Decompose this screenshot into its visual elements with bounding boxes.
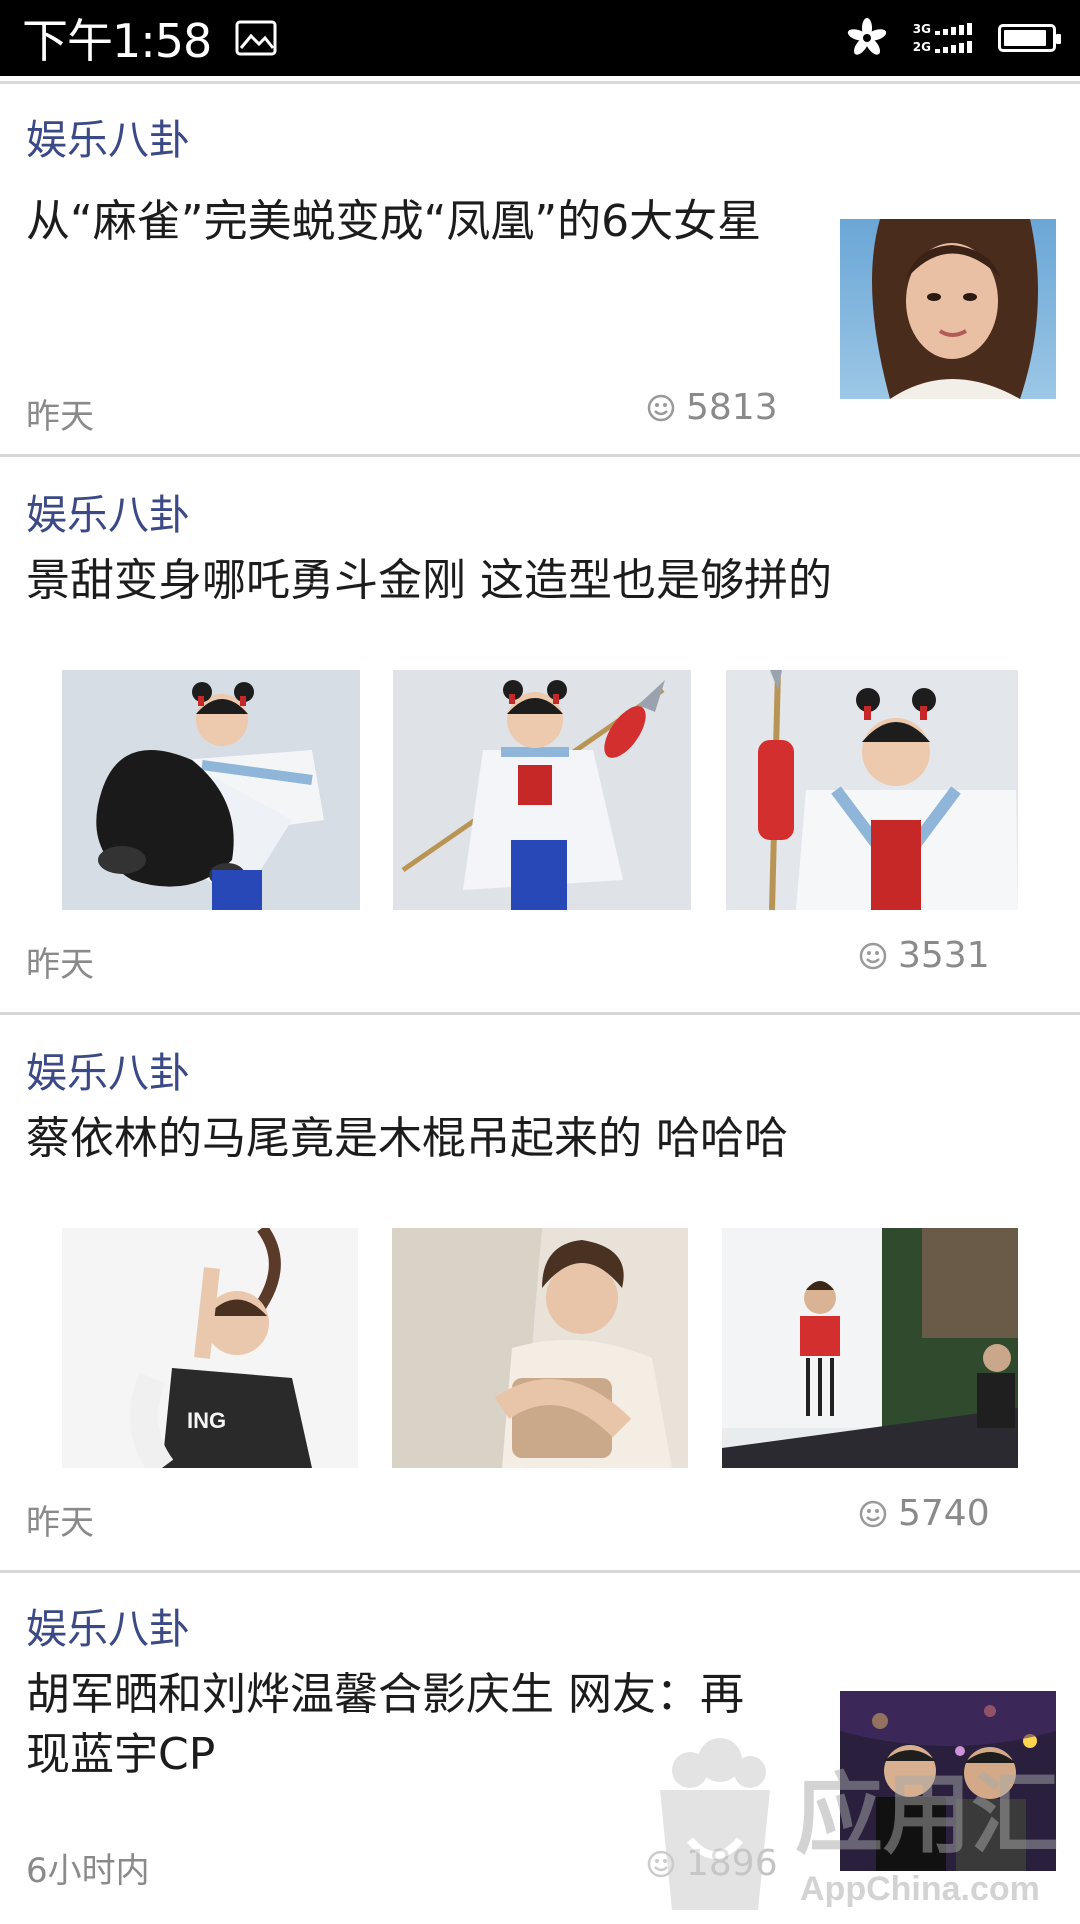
article-title-line: 现蓝宇CP	[26, 1725, 826, 1785]
smile-icon	[858, 1499, 888, 1529]
view-count: 3531	[858, 935, 990, 976]
article-card[interactable]: 娱乐八卦 蔡依林的马尾竟是木棍吊起来的 哈哈哈 ING	[0, 1015, 1080, 1573]
article-category[interactable]: 娱乐八卦	[26, 106, 190, 166]
article-card[interactable]: 娱乐八卦 景甜变身哪吒勇斗金刚 这造型也是够拼的	[0, 457, 1080, 1015]
view-count-value: 5813	[686, 387, 778, 428]
view-count-value: 1896	[686, 1843, 778, 1884]
article-thumbnail[interactable]	[393, 670, 691, 910]
article-time: 昨天	[26, 1495, 94, 1544]
article-thumbnail[interactable]	[840, 219, 1056, 399]
smile-icon	[646, 393, 676, 423]
article-category[interactable]: 娱乐八卦	[26, 1039, 190, 1099]
article-thumbnail[interactable]	[840, 1691, 1056, 1871]
gallery-icon	[235, 20, 277, 56]
signal-bars-icon	[935, 23, 972, 35]
view-count-value: 3531	[898, 935, 990, 976]
svg-text:ING: ING	[187, 1408, 226, 1433]
article-thumbnail[interactable]: ING	[62, 1228, 358, 1468]
status-bar: 下午1:58 3G 2G	[0, 0, 1080, 76]
divider	[0, 76, 1080, 84]
article-thumbnail[interactable]	[62, 670, 360, 910]
article-title[interactable]: 景甜变身哪吒勇斗金刚 这造型也是够拼的	[26, 551, 1066, 611]
article-thumbnail[interactable]	[726, 670, 1018, 910]
network-2g-label: 2G	[913, 40, 931, 54]
article-time: 昨天	[26, 389, 94, 438]
article-title[interactable]: 从“麻雀”完美蜕变成“凤凰”的6大女星	[26, 192, 816, 252]
news-feed[interactable]: 娱乐八卦 从“麻雀”完美蜕变成“凤凰”的6大女星 昨天 5813 娱乐八卦 景甜…	[0, 76, 1080, 1903]
status-time: 下午1:58	[22, 5, 211, 71]
battery-icon	[998, 24, 1056, 52]
signal-bars-icon	[935, 41, 972, 53]
network-3g-label: 3G	[913, 22, 931, 36]
article-thumbnail[interactable]	[722, 1228, 1018, 1468]
flower-icon	[847, 18, 887, 58]
battery-fill	[1004, 30, 1046, 46]
article-title-line: 胡军晒和刘烨温馨合影庆生 网友：再	[26, 1665, 826, 1725]
view-count: 5740	[858, 1493, 990, 1534]
article-title[interactable]: 胡军晒和刘烨温馨合影庆生 网友：再 现蓝宇CP	[26, 1665, 826, 1785]
view-count: 1896	[646, 1843, 778, 1884]
smile-icon	[646, 1849, 676, 1879]
signal-indicator: 3G 2G	[913, 22, 972, 54]
view-count: 5813	[646, 387, 778, 428]
article-category[interactable]: 娱乐八卦	[26, 481, 190, 541]
article-category[interactable]: 娱乐八卦	[26, 1595, 190, 1655]
article-card[interactable]: 娱乐八卦 从“麻雀”完美蜕变成“凤凰”的6大女星 昨天 5813	[0, 84, 1080, 457]
article-title[interactable]: 蔡依林的马尾竟是木棍吊起来的 哈哈哈	[26, 1109, 1066, 1169]
view-count-value: 5740	[898, 1493, 990, 1534]
article-time: 6小时内	[26, 1843, 150, 1892]
article-card[interactable]: 娱乐八卦 胡军晒和刘烨温馨合影庆生 网友：再 现蓝宇CP 6小时内 1896	[0, 1573, 1080, 1903]
article-time: 昨天	[26, 937, 94, 986]
article-thumbnail[interactable]	[392, 1228, 688, 1468]
smile-icon	[858, 941, 888, 971]
